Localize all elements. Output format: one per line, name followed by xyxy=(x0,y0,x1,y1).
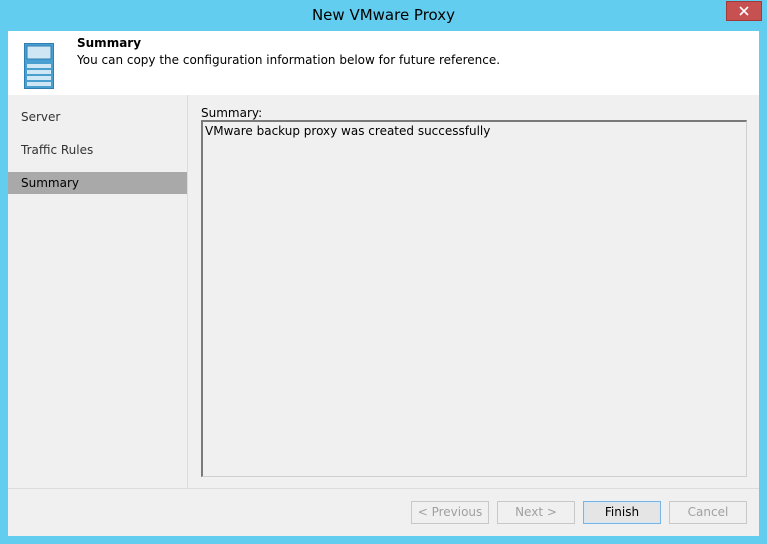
step-description: You can copy the configuration informati… xyxy=(77,53,501,67)
footer-divider xyxy=(8,488,759,489)
next-button[interactable]: Next > xyxy=(497,501,575,524)
wizard-body: Summary You can copy the configuration i… xyxy=(8,31,759,536)
step-title: Summary xyxy=(77,36,142,50)
wizard-header: Summary You can copy the configuration i… xyxy=(8,31,759,95)
sidebar-item-summary[interactable]: Summary xyxy=(8,172,187,194)
summary-textbox[interactable]: VMware backup proxy was created successf… xyxy=(201,120,747,477)
main-panel: Summary: VMware backup proxy was created… xyxy=(188,95,759,488)
server-icon xyxy=(24,43,54,92)
previous-button[interactable]: < Previous xyxy=(411,501,489,524)
wizard-window: New VMware Proxy Summary You can copy th… xyxy=(0,0,767,544)
sidebar-item-traffic-rules[interactable]: Traffic Rules xyxy=(8,139,187,161)
finish-button[interactable]: Finish xyxy=(583,501,661,524)
sidebar-item-server[interactable]: Server xyxy=(8,106,187,128)
wizard-steps-nav: Server Traffic Rules Summary xyxy=(8,95,187,488)
window-title: New VMware Proxy xyxy=(311,6,456,24)
title-bar[interactable]: New VMware Proxy xyxy=(0,0,767,31)
cancel-button[interactable]: Cancel xyxy=(669,501,747,524)
close-icon xyxy=(739,6,749,16)
close-button[interactable] xyxy=(726,1,762,21)
summary-label: Summary: xyxy=(201,106,263,120)
